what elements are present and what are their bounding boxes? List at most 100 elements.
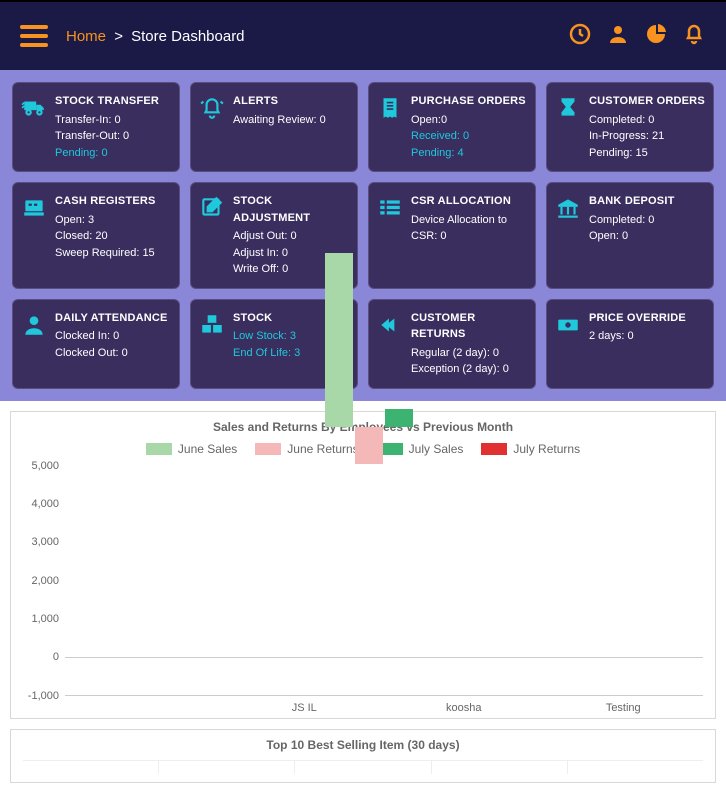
- y-tick: 0: [53, 651, 59, 663]
- legend-item[interactable]: June Returns: [255, 442, 358, 456]
- card-csr-allocation[interactable]: CSR ALLOCATION Device Allocation to CSR: …: [368, 182, 536, 289]
- card-stock-transfer[interactable]: STOCK TRANSFER Transfer-In: 0Transfer-Out…: [12, 82, 180, 172]
- card-line: Closed: 20: [55, 228, 156, 245]
- legend-swatch: [255, 443, 281, 455]
- legend-swatch: [481, 443, 507, 455]
- y-tick: -1,000: [28, 690, 59, 702]
- card-daily-attendance[interactable]: DAILY ATTENDANCEClocked In: 0Clocked Out…: [12, 299, 180, 389]
- top-bar: Home > Store Dashboard: [0, 0, 726, 70]
- bank-icon: [555, 195, 581, 278]
- card-line: End Of Life: 3: [233, 345, 300, 362]
- card-line: Clocked Out: 0: [55, 345, 168, 362]
- y-tick: 2,000: [31, 575, 59, 587]
- card-purchase-orders[interactable]: PURCHASE ORDERSOpen:0Received: 0Pending:…: [368, 82, 536, 172]
- breadcrumb-home[interactable]: Home: [66, 28, 106, 45]
- legend-item[interactable]: June Sales: [146, 442, 237, 456]
- top-left: Home > Store Dashboard: [20, 25, 245, 47]
- receipt-icon: [377, 95, 403, 161]
- card-cash-registers[interactable]: CASH REGISTERSOpen: 3Closed: 20Sweep Req…: [12, 182, 180, 289]
- x-label: Testing: [544, 696, 704, 714]
- breadcrumb-current: Store Dashboard: [131, 28, 244, 45]
- card-line: Open: 0: [589, 228, 675, 245]
- card-title: PURCHASE ORDERS: [411, 93, 526, 110]
- card-line: In-Progress: 21: [589, 128, 705, 145]
- truck-icon: [21, 95, 47, 161]
- card-alerts[interactable]: ALERTS Awaiting Review: 0: [190, 82, 358, 172]
- legend-label: July Returns: [513, 442, 580, 456]
- card-line: Pending: 15: [589, 145, 705, 162]
- card-line: Transfer-In: 0: [55, 112, 159, 129]
- hourglass-icon: [555, 95, 581, 161]
- dashboard-cards: STOCK TRANSFER Transfer-In: 0Transfer-Out…: [0, 70, 726, 401]
- card-title: PRICE OVERRIDE: [589, 310, 686, 327]
- card-line: Exception (2 day): 0: [411, 361, 527, 378]
- breadcrumb: Home > Store Dashboard: [66, 28, 245, 45]
- legend-swatch: [146, 443, 172, 455]
- chart-plot: -1,00001,0002,0003,0004,0005,000: [65, 466, 703, 696]
- card-title: CASH REGISTERS: [55, 193, 156, 210]
- menu-icon[interactable]: [20, 25, 48, 47]
- card-line: Awaiting Review: 0: [233, 112, 326, 129]
- x-axis: JS ILkooshaTesting: [65, 696, 703, 714]
- card-line: 2 days: 0: [589, 328, 686, 345]
- bar[interactable]: [325, 253, 353, 427]
- card-bank-deposit[interactable]: BANK DEPOSIT Completed: 0Open: 0: [546, 182, 714, 289]
- card-line: Adjust Out: 0: [233, 228, 349, 245]
- x-label: JS IL: [225, 696, 385, 714]
- y-tick: 5,000: [31, 460, 59, 472]
- card-price-override[interactable]: PRICE OVERRIDE2 days: 0: [546, 299, 714, 389]
- best-selling-chart: Top 10 Best Selling Item (30 days): [10, 729, 716, 783]
- card-customer-returns[interactable]: CUSTOMER RETURNS Regular (2 day): 0Except…: [368, 299, 536, 389]
- breadcrumb-sep: >: [114, 28, 123, 45]
- card-title: ALERTS: [233, 93, 326, 110]
- legend-label: June Sales: [178, 442, 237, 456]
- card-title: BANK DEPOSIT: [589, 193, 675, 210]
- card-title: DAILY ATTENDANCE: [55, 310, 168, 327]
- card-title: CUSTOMER RETURNS: [411, 310, 527, 343]
- register-icon: [21, 195, 47, 278]
- boxes-icon: [199, 312, 225, 378]
- bell-icon: [199, 95, 225, 161]
- card-line: Regular (2 day): 0: [411, 345, 527, 362]
- y-axis: -1,00001,0002,0003,0004,0005,000: [23, 466, 63, 695]
- y-tick: 3,000: [31, 536, 59, 548]
- card-line: Completed: 0: [589, 112, 705, 129]
- card-line: Low Stock: 3: [233, 328, 300, 345]
- card-title: CSR ALLOCATION: [411, 193, 527, 210]
- list-icon: [377, 195, 403, 278]
- user-icon[interactable]: [606, 22, 630, 51]
- bar[interactable]: [355, 427, 383, 463]
- card-customer-orders[interactable]: CUSTOMER ORDERS Completed: 0In-Progress: …: [546, 82, 714, 172]
- edit-icon: [199, 195, 225, 278]
- bell-icon[interactable]: [682, 22, 706, 51]
- legend-item[interactable]: July Returns: [481, 442, 580, 456]
- card-line: Sweep Required: 15: [55, 245, 156, 262]
- y-tick: 4,000: [31, 498, 59, 510]
- card-title: STOCK: [233, 310, 300, 327]
- top-right: [568, 22, 706, 51]
- sales-returns-chart: Sales and Returns By Employees vs Previo…: [10, 411, 716, 719]
- zero-line: [65, 657, 703, 658]
- bar[interactable]: [385, 409, 413, 427]
- y-tick: 1,000: [31, 613, 59, 625]
- card-title: CUSTOMER ORDERS: [589, 93, 705, 110]
- pie-chart-icon[interactable]: [644, 22, 668, 51]
- legend-label: July Sales: [409, 442, 464, 456]
- card-line: Clocked In: 0: [55, 328, 168, 345]
- legend-item[interactable]: July Sales: [377, 442, 464, 456]
- clock-icon[interactable]: [568, 22, 592, 51]
- x-label: koosha: [384, 696, 544, 714]
- card-line: Transfer-Out: 0: [55, 128, 159, 145]
- return-icon: [377, 312, 403, 378]
- money-icon: [555, 312, 581, 378]
- card-title: STOCK ADJUSTMENT: [233, 193, 349, 226]
- card-line: Device Allocation to CSR: 0: [411, 212, 527, 245]
- x-label: [65, 696, 225, 714]
- chart2-title: Top 10 Best Selling Item (30 days): [23, 738, 703, 752]
- card-title: STOCK TRANSFER: [55, 93, 159, 110]
- card-line: Open:0: [411, 112, 526, 129]
- user-icon: [21, 312, 47, 378]
- card-line: Pending: 4: [411, 145, 526, 162]
- card-line: Pending: 0: [55, 145, 159, 162]
- card-line: Completed: 0: [589, 212, 675, 229]
